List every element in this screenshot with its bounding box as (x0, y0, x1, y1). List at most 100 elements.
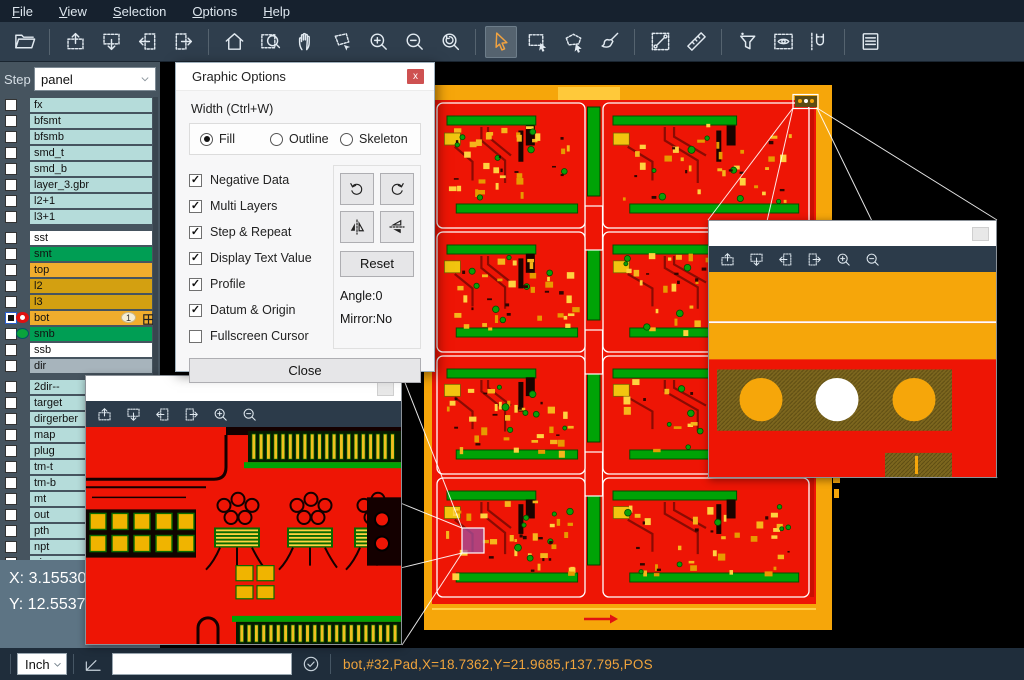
mirror-v-button[interactable] (380, 211, 414, 243)
view-eye-button[interactable] (767, 26, 799, 58)
checkbox-box[interactable]: ✓ (189, 304, 202, 317)
layer-visibility-checkbox[interactable] (5, 525, 17, 537)
layer-name[interactable]: smd_t (30, 146, 152, 160)
pan-left-button[interactable] (777, 251, 794, 268)
checkbox-display-text-value[interactable]: ✓Display Text Value (189, 245, 325, 271)
checkbox-box[interactable]: ✓ (189, 278, 202, 291)
step-select[interactable]: panel (34, 67, 156, 91)
pan-down-button[interactable] (748, 251, 765, 268)
checkbox-box[interactable]: ✓ (189, 252, 202, 265)
ruler-button[interactable] (680, 26, 712, 58)
pan-right-button[interactable] (183, 406, 200, 423)
layer-row-smt[interactable]: smt (0, 246, 160, 261)
pan-up-button[interactable] (719, 251, 736, 268)
magnifier2-window-button[interactable] (972, 227, 989, 241)
magnifier-window-2[interactable] (708, 220, 997, 478)
rotate-ccw-button[interactable] (380, 173, 414, 205)
pan-left-button[interactable] (154, 406, 171, 423)
layer-name[interactable]: l2 (30, 279, 152, 293)
zoom-out-button[interactable] (241, 406, 258, 423)
menu-selection[interactable]: Selection (113, 4, 166, 19)
clean-brush-button[interactable] (593, 26, 625, 58)
layer-name[interactable]: smt (30, 247, 152, 261)
layer-row-l2+1[interactable]: l2+1 (0, 193, 160, 208)
layer-visibility-checkbox[interactable] (5, 115, 17, 127)
layer-visibility-checkbox[interactable] (5, 296, 17, 308)
snap-button[interactable] (803, 26, 835, 58)
layer-name[interactable]: l3+1 (30, 210, 152, 224)
layer-visibility-checkbox[interactable] (5, 445, 17, 457)
layer-row-smb[interactable]: smb (0, 326, 160, 341)
rect-select-button[interactable] (521, 26, 553, 58)
layer-visibility-checkbox[interactable] (5, 413, 17, 425)
pan-left-button[interactable] (131, 26, 163, 58)
layer-visibility-checkbox[interactable] (5, 232, 17, 244)
pan-hand-button[interactable] (290, 26, 322, 58)
menu-file[interactable]: File (12, 4, 33, 19)
zoom-in-button[interactable] (362, 26, 394, 58)
reset-button[interactable]: Reset (340, 251, 414, 277)
layer-row-sst[interactable]: sst (0, 230, 160, 245)
layer-visibility-checkbox[interactable] (5, 344, 17, 356)
pan-right-button[interactable] (167, 26, 199, 58)
layer-row-ssb[interactable]: ssb (0, 342, 160, 357)
layer-visibility-checkbox[interactable] (5, 493, 17, 505)
checkbox-negative-data[interactable]: ✓Negative Data (189, 167, 325, 193)
zoom-area-button[interactable] (254, 26, 286, 58)
layer-row-fx[interactable]: fx (0, 97, 160, 112)
checkbox-profile[interactable]: ✓Profile (189, 271, 325, 297)
checkbox-box[interactable]: ✓ (189, 174, 202, 187)
layer-visibility-checkbox[interactable] (5, 461, 17, 473)
layer-visibility-checkbox[interactable] (5, 264, 17, 276)
poly-select-button[interactable] (557, 26, 589, 58)
layer-row-l3[interactable]: l3 (0, 294, 160, 309)
checkbox-datum-origin[interactable]: ✓Datum & Origin (189, 297, 325, 323)
layer-visibility-checkbox[interactable] (5, 397, 17, 409)
pan-down-button[interactable] (95, 26, 127, 58)
radio-dot[interactable] (340, 133, 353, 146)
command-input[interactable] (112, 653, 292, 675)
layer-visibility-checkbox[interactable] (5, 195, 17, 207)
menu-options[interactable]: Options (192, 4, 237, 19)
checkbox-box[interactable]: ✓ (189, 200, 202, 213)
measure-line-button[interactable] (644, 26, 676, 58)
layer-visibility-checkbox[interactable] (5, 163, 17, 175)
layer-name[interactable]: bfsmb (30, 130, 152, 144)
magnifier-window-1[interactable] (85, 375, 402, 645)
layer-row-bfsmt[interactable]: bfsmt (0, 113, 160, 128)
layer-name[interactable]: fx (30, 98, 152, 112)
layer-name[interactable]: layer_3.gbr (30, 178, 152, 192)
layer-row-top[interactable]: top (0, 262, 160, 277)
layer-row-bfsmb[interactable]: bfsmb (0, 129, 160, 144)
dialog-titlebar[interactable]: Graphic Options x (176, 63, 434, 91)
move-shape-button[interactable] (326, 26, 358, 58)
pan-right-button[interactable] (806, 251, 823, 268)
layer-visibility-checkbox[interactable] (5, 477, 17, 489)
layer-name[interactable]: dir (30, 359, 152, 373)
layer-name[interactable]: sst (30, 231, 152, 245)
layer-visibility-checkbox[interactable] (5, 541, 17, 553)
radio-fill[interactable]: Fill (200, 132, 270, 146)
magnifier2-titlebar[interactable] (709, 221, 996, 246)
layer-row-smd_t[interactable]: smd_t (0, 145, 160, 160)
zoom-prev-button[interactable] (434, 26, 466, 58)
checkbox-box[interactable] (189, 330, 202, 343)
layers-list-button[interactable] (854, 26, 886, 58)
radio-outline[interactable]: Outline (270, 132, 340, 146)
layer-visibility-checkbox[interactable] (5, 131, 17, 143)
zoom-in-button[interactable] (835, 251, 852, 268)
mirror-h-button[interactable] (340, 211, 374, 243)
checkbox-step-repeat[interactable]: ✓Step & Repeat (189, 219, 325, 245)
pan-down-button[interactable] (125, 406, 142, 423)
layer-row-layer_3.gbr[interactable]: layer_3.gbr (0, 177, 160, 192)
layer-visibility-checkbox[interactable] (5, 280, 17, 292)
layer-name[interactable]: smd_b (30, 162, 152, 176)
layer-active-indicator[interactable] (16, 328, 29, 339)
radio-skeleton[interactable]: Skeleton (340, 132, 410, 146)
open-folder-button[interactable] (8, 26, 40, 58)
magnifier1-content[interactable] (86, 427, 401, 644)
layer-name[interactable]: top (30, 263, 152, 277)
layer-row-dir[interactable]: dir (0, 358, 160, 373)
layer-row-smd_b[interactable]: smd_b (0, 161, 160, 176)
unit-select[interactable]: Inch (17, 653, 67, 675)
